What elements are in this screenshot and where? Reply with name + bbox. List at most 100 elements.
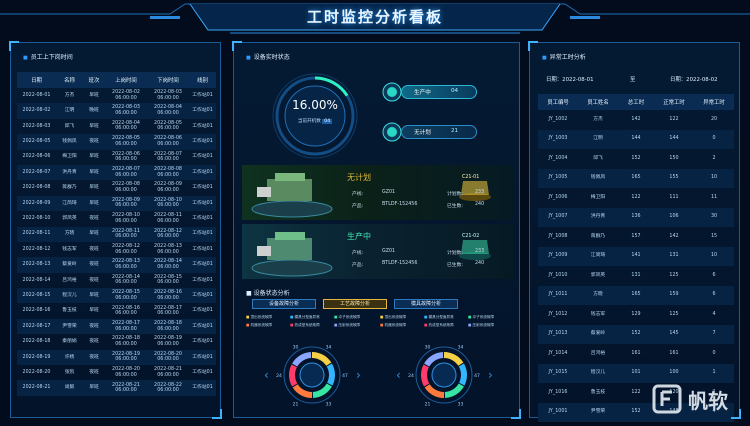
table-row[interactable]: 2022-08-07 洪丹青 早班 2022-08-07 06:00:00 2022-0…	[17, 164, 216, 181]
device-done-key: 已生数:	[447, 263, 464, 268]
chevron-left-icon[interactable]: ‹	[264, 368, 269, 382]
table-row[interactable]: JY_1006 梅卫阳 122 111 11	[538, 188, 734, 208]
chevron-right-icon[interactable]: ›	[488, 368, 493, 382]
table-cell: 2022-08-09 06:00:00	[105, 195, 147, 212]
table-cell: 2022-08-04 06:00:00	[147, 103, 189, 119]
table-row[interactable]: 2022-08-09 江简琦 早班 2022-08-09 06:00:00 2022-0…	[17, 195, 216, 212]
table-cell: 工作站01	[192, 216, 213, 222]
table-cell: 梅卫阳	[62, 154, 77, 160]
table-row[interactable]: JY_1013 蔡爱岭 152 145 7	[538, 324, 734, 344]
table-row[interactable]: 2022-08-13 蔡爱岭 夜班 2022-08-13 06:00:00 2022-0…	[17, 257, 216, 273]
column-header: 班次	[83, 72, 105, 88]
table-cell: 2022-08-19	[17, 349, 56, 366]
table-cell: 7	[694, 324, 734, 344]
tab-process-fault[interactable]: 工艺故障分析	[323, 299, 387, 309]
table-cell: 早班	[89, 154, 99, 160]
table-cell: 尹雪荣	[56, 318, 83, 335]
table-row[interactable]: 2022-08-17 尹雪荣 夜班 2022-08-17 06:00:00 2022-0…	[17, 318, 216, 335]
device-card-unplanned[interactable]: 无计划 C21-01 产线: GZ01 计划数: 233 产品: BTLDF-1…	[242, 165, 513, 220]
table-cell: 6	[712, 272, 716, 278]
table-row[interactable]: JY_1011 方晓 165 159 6	[538, 285, 734, 305]
table-cell: 早班	[89, 308, 99, 314]
table-row[interactable]: 2022-08-08 蒋群乃 早班 2022-08-08 06:00:00 2022-0…	[17, 180, 216, 195]
table-row[interactable]: JY_1007 洪丹青 136 106 30	[538, 207, 734, 227]
table-cell: 2022-08-02 06:00:00	[112, 90, 140, 101]
device-line-key: 产线:	[352, 192, 364, 197]
table-row[interactable]: 2022-08-12 钱志军 夜班 2022-08-12 06:00:00 2022-0…	[17, 242, 216, 257]
table-row[interactable]: 2022-08-14 吕鸿裕 夜班 2022-08-14 06:00:00 2022-0…	[17, 273, 216, 288]
chevron-left-icon[interactable]: ‹	[396, 368, 401, 382]
device-status-title: 设备实时状态	[246, 52, 290, 61]
table-cell: 方杰	[593, 116, 603, 122]
chevron-right-icon[interactable]: ›	[356, 368, 361, 382]
table-cell: 张凯	[64, 369, 75, 375]
table-cell: 钱志军	[62, 246, 77, 252]
table-row[interactable]: 2022-08-05 钱佩凤 夜班 2022-08-05 06:00:00 2022-0…	[17, 134, 216, 150]
table-row[interactable]: 2022-08-02 江明 晚班 2022-08-03 06:00:00 2022-08…	[17, 103, 216, 119]
table-cell: JY_1012	[548, 311, 568, 317]
status-pill-producing[interactable]: 生产中 04	[381, 82, 477, 102]
table-row[interactable]: JY_1012 钱志军 129 125 4	[538, 305, 734, 325]
device-product-key: 产品:	[352, 204, 364, 209]
table-row[interactable]: JY_1005 钱佩凤 165 155 10	[538, 168, 734, 188]
table-row[interactable]: JY_1014 吕鸿裕 161 161 0	[538, 344, 734, 364]
table-row[interactable]: 2022-08-20 张凯 夜班 2022-08-20 06:00:00 2022-08…	[17, 365, 216, 380]
table-cell: 6	[694, 285, 734, 305]
tab-mold-fault[interactable]: 模具故障分析	[394, 299, 458, 309]
table-row[interactable]: JY_1002 方杰 142 122 20	[538, 110, 734, 130]
table-row[interactable]: 2022-08-11 方晓 早班 2022-08-11 06:00:00 2022-08…	[17, 226, 216, 242]
table-cell: 2022-08-18 06:00:00	[112, 336, 140, 347]
donut-center	[299, 362, 325, 388]
table-row[interactable]: JY_1009 江简琦 141 131 10	[538, 246, 734, 266]
legend-item: ■ 顶出系统故障	[380, 315, 406, 320]
date-from-filter[interactable]: 日期：2022-08-01	[546, 75, 594, 83]
table-cell: 131	[654, 246, 694, 266]
table-row[interactable]: JY_1010 郭凤英 131 125 6	[538, 266, 734, 286]
table-cell: 2022-08-06	[22, 154, 51, 160]
table-row[interactable]: JY_1008 蒋群乃 157 142 15	[538, 227, 734, 247]
tab-device-fault[interactable]: 设备故障分析	[252, 299, 316, 309]
table-row[interactable]: JY_1003 江明 144 144 0	[538, 129, 734, 149]
table-cell: 141	[618, 246, 654, 266]
table-cell: 165	[618, 285, 654, 305]
table-cell: 工作站01	[189, 195, 216, 212]
table-row[interactable]: 2022-08-01 方杰 早班 2022-08-02 06:00:00 2022-08…	[17, 88, 216, 103]
table-cell: 144	[654, 129, 694, 149]
table-row[interactable]: 2022-08-10 郭凤英 夜班 2022-08-10 06:00:00 2022-0…	[17, 211, 216, 226]
table-row[interactable]: 2022-08-15 程汉儿 早班 2022-08-15 06:00:00 2022-0…	[17, 288, 216, 304]
table-cell: 101	[618, 363, 654, 383]
table-cell: 早班	[83, 226, 105, 242]
table-row[interactable]: 2022-08-21 尚毅 早班 2022-08-21 06:00:00 2022-08…	[17, 380, 216, 396]
donut-value-label: 33	[326, 402, 332, 408]
table-row[interactable]: JY_1004 邱飞 152 150 2	[538, 149, 734, 169]
table-cell: 钱佩凤	[56, 134, 83, 150]
table-cell: 2022-08-12 06:00:00	[112, 244, 140, 255]
table-row[interactable]: 2022-08-16 鲁玉枝 早班 2022-08-16 06:00:00 2022-0…	[17, 303, 216, 318]
table-cell: 夜班	[89, 339, 99, 345]
table-cell: 2022-08-05	[17, 134, 56, 150]
table-cell: 152	[631, 155, 641, 161]
column-header: 名称	[56, 72, 83, 88]
table-cell: 工作站01	[192, 369, 213, 375]
legend-item: ■ 模具分型面异常	[290, 315, 320, 320]
legend-item: ■ 冲子系统故障	[334, 315, 360, 320]
table-cell: 2022-08-11 06:00:00	[105, 226, 147, 242]
table-cell: 2022-08-21 06:00:00	[105, 380, 147, 396]
header-bar: 工时监控分析看板	[0, 0, 750, 36]
table-cell: 125	[669, 272, 679, 278]
table-row[interactable]: 2022-08-03 邱飞 早班 2022-08-04 06:00:00 2022-08…	[17, 119, 216, 134]
table-cell: 2022-08-09	[17, 195, 56, 212]
table-row[interactable]: 2022-08-18 秦丽娟 夜班 2022-08-18 06:00:00 2022-0…	[17, 334, 216, 349]
machine-image	[251, 173, 333, 218]
table-cell: 2022-08-05 06:00:00	[154, 120, 182, 132]
producing-icon	[382, 82, 402, 102]
analysis-title: ■ 设备状态分析	[246, 290, 290, 297]
status-pill-unplanned[interactable]: 无计划 21	[381, 122, 477, 142]
gauge-label-text: 当前开机数	[297, 119, 321, 124]
table-cell: 江简琦	[56, 195, 83, 212]
table-row[interactable]: 2022-08-19 许杨 夜班 2022-08-19 06:00:00 2022-08…	[17, 349, 216, 366]
table-row[interactable]: 2022-08-06 梅卫阳 早班 2022-08-06 06:00:00 2022-0…	[17, 150, 216, 165]
device-card-producing[interactable]: 生产中 C21-02 产线: GZ01 计划数: 233 产品: BTLDF-1…	[242, 224, 513, 279]
legend-label: 热成型系统故障	[294, 323, 320, 327]
date-to-filter[interactable]: 日期：2022-08-02	[670, 75, 718, 83]
